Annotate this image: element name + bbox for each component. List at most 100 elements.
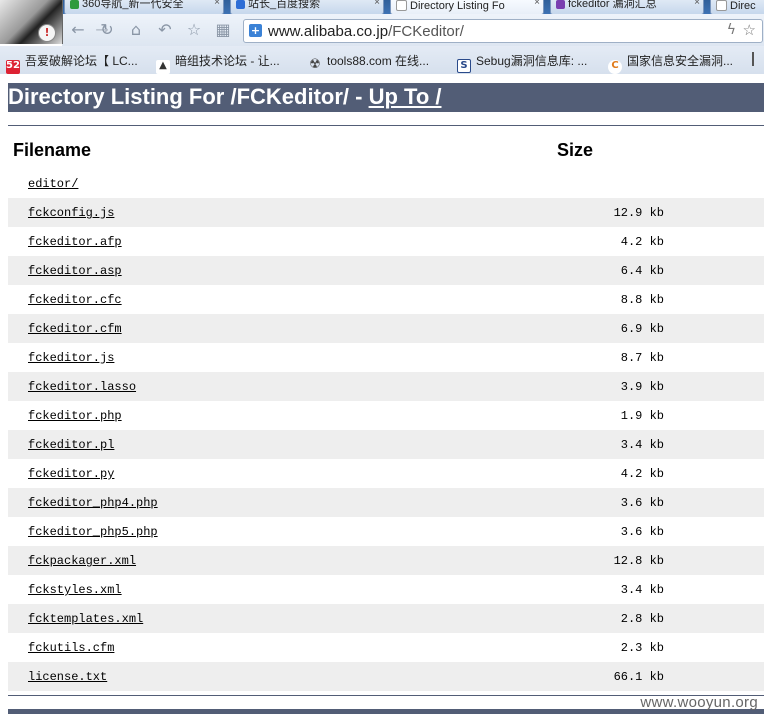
more-bookmarks-icon[interactable] xyxy=(752,52,760,66)
file-size: 6.9 kb xyxy=(620,322,664,336)
file-link[interactable]: fckeditor.cfc xyxy=(28,293,122,307)
url-text[interactable]: www.alibaba.co.jp/FCKeditor/ xyxy=(268,23,464,40)
tab-directory-listing[interactable]: Directory Listing Fo × xyxy=(390,0,544,14)
file-link[interactable]: fckeditor.php xyxy=(28,409,122,423)
table-row: fcktemplates.xml 2.8 kb xyxy=(8,604,764,633)
file-link[interactable]: fckeditor.cfm xyxy=(28,322,122,336)
heading-text: Directory Listing For /FCKeditor/ - xyxy=(8,84,369,109)
page-title: Directory Listing For /FCKeditor/ - Up T… xyxy=(8,83,764,112)
file-size: 66.1 kb xyxy=(613,670,664,684)
warning-icon: ! xyxy=(38,24,56,42)
table-row: fckeditor.js 8.7 kb xyxy=(8,343,764,372)
tab-title: Direc xyxy=(730,0,756,12)
address-bar[interactable]: + www.alibaba.co.jp/FCKeditor/ ϟ ☆ xyxy=(243,19,763,43)
file-link[interactable]: fcktemplates.xml xyxy=(28,612,143,626)
bookmarks-bar: 52 吾爱破解论坛【 LC... ▲ 暗组技术论坛 - 让... ☢ tools88.… xyxy=(0,46,764,75)
file-size: 4.2 kb xyxy=(620,235,664,249)
watermark: www.wooyun.org xyxy=(640,694,758,711)
file-link[interactable]: fckeditor.asp xyxy=(28,264,122,278)
back-icon[interactable]: ← xyxy=(68,20,88,40)
tab-baidu[interactable]: 站长_百度搜索 × xyxy=(230,0,384,14)
table-row: fckeditor.cfm 6.9 kb xyxy=(8,314,764,343)
tab-fckeditor-vuln[interactable]: fckeditor 漏洞汇总 × xyxy=(550,0,704,14)
bookmark-label: 暗组技术论坛 - 让... xyxy=(175,54,280,68)
page-icon xyxy=(396,0,407,11)
close-tab-icon[interactable]: × xyxy=(694,0,700,8)
lightning-icon[interactable]: ϟ xyxy=(727,22,736,38)
file-link[interactable]: fckeditor_php5.php xyxy=(28,525,158,539)
refresh-icon[interactable]: ↻ xyxy=(97,20,117,40)
security-shield-icon: + xyxy=(249,24,262,37)
file-link[interactable]: fckeditor.lasso xyxy=(28,380,136,394)
close-tab-icon[interactable]: × xyxy=(374,0,380,8)
bookmark-label: Sebug漏洞信息库: ... xyxy=(476,54,588,68)
table-row: fckeditor_php4.php 3.6 kb xyxy=(8,488,764,517)
up-to-root-link[interactable]: Up To / xyxy=(369,84,442,109)
sebug-icon: S xyxy=(457,59,471,73)
tab-title: 360导航_新一代安全 xyxy=(82,0,184,10)
bookmark-52pojie[interactable]: 52 吾爱破解论坛【 LC... xyxy=(6,52,138,74)
url-host: www.alibaba.co.jp xyxy=(268,23,389,40)
nav-toolbar: ← → ↻ ⌂ ↶ ☆ ▦ + www.alibaba.co.jp/FCKedi… xyxy=(62,14,764,46)
file-link[interactable]: fckpackager.xml xyxy=(28,554,136,568)
tab-title: Directory Listing Fo xyxy=(410,0,505,12)
file-size: 3.4 kb xyxy=(620,583,664,597)
user-avatar[interactable]: ! xyxy=(0,0,63,44)
cnnvd-icon: C xyxy=(608,60,622,74)
close-tab-icon[interactable]: × xyxy=(534,0,540,8)
undo-icon[interactable]: ↶ xyxy=(155,20,175,40)
file-link[interactable]: fckeditor.afp xyxy=(28,235,122,249)
file-link[interactable]: fckeditor.pl xyxy=(28,438,114,452)
file-size: 3.9 kb xyxy=(620,380,664,394)
page-content: Directory Listing For /FCKeditor/ - Up T… xyxy=(0,74,764,714)
file-link[interactable]: fckeditor.js xyxy=(28,351,114,365)
bookmark-cnnvd[interactable]: C 国家信息安全漏洞... xyxy=(608,52,733,74)
table-row: fckeditor.py 4.2 kb xyxy=(8,459,764,488)
table-row: fckeditor.pl 3.4 kb xyxy=(8,430,764,459)
bookmark-sebug[interactable]: S Sebug漏洞信息库: ... xyxy=(457,52,587,73)
close-tab-icon[interactable]: × xyxy=(214,0,220,8)
file-size: 8.7 kb xyxy=(620,351,664,365)
file-link[interactable]: editor/ xyxy=(28,177,78,191)
file-size: 3.6 kb xyxy=(620,525,664,539)
tab-360[interactable]: 360导航_新一代安全 × xyxy=(64,0,224,14)
file-link[interactable]: fckstyles.xml xyxy=(28,583,122,597)
baidu-icon xyxy=(236,0,245,9)
file-link[interactable]: fckconfig.js xyxy=(28,206,114,220)
tab-strip: 360导航_新一代安全 × 站长_百度搜索 × Directory Listin… xyxy=(0,0,764,14)
table-row: fckeditor.afp 4.2 kb xyxy=(8,227,764,256)
file-size: 8.8 kb xyxy=(620,293,664,307)
file-link[interactable]: fckeditor.py xyxy=(28,467,114,481)
file-size: 12.9 kb xyxy=(613,206,664,220)
table-row: fckeditor.php 1.9 kb xyxy=(8,401,764,430)
file-size: 3.6 kb xyxy=(620,496,664,510)
file-size: 6.4 kb xyxy=(620,264,664,278)
file-size: 3.4 kb xyxy=(620,438,664,452)
filename-header: Filename xyxy=(13,140,92,160)
divider xyxy=(8,125,764,126)
bookmark-label: 吾爱破解论坛【 LC... xyxy=(25,54,138,68)
apps-icon[interactable]: ▦ xyxy=(213,20,233,40)
table-row: fckpackager.xml 12.8 kb xyxy=(8,546,764,575)
table-row: fckstyles.xml 3.4 kb xyxy=(8,575,764,604)
file-link[interactable]: fckeditor_php4.php xyxy=(28,496,158,510)
size-header: Size xyxy=(557,140,594,160)
bookmark-label: tools88.com 在线... xyxy=(327,54,430,68)
home-icon[interactable]: ⌂ xyxy=(126,20,146,40)
tab-direc[interactable]: Direc xyxy=(710,0,764,14)
file-link[interactable]: license.txt xyxy=(28,670,107,684)
52pojie-icon: 52 xyxy=(6,60,20,74)
bookmark-label: 国家信息安全漏洞... xyxy=(627,54,734,68)
table-row: fckeditor.asp 6.4 kb xyxy=(8,256,764,285)
page-icon xyxy=(716,0,727,11)
bookmark-anzu[interactable]: ▲ 暗组技术论坛 - 让... xyxy=(156,52,280,74)
url-path: /FCKeditor/ xyxy=(388,23,464,40)
favorite-icon[interactable]: ☆ xyxy=(184,20,204,40)
table-row: editor/ xyxy=(8,169,764,198)
bookmark-star-icon[interactable]: ☆ xyxy=(743,21,756,39)
file-link[interactable]: fckutils.cfm xyxy=(28,641,114,655)
bookmark-tools88[interactable]: ☢ tools88.com 在线... xyxy=(308,52,430,72)
360-icon xyxy=(70,0,79,9)
table-row: fckutils.cfm 2.3 kb xyxy=(8,633,764,662)
file-size: 2.8 kb xyxy=(620,612,664,626)
